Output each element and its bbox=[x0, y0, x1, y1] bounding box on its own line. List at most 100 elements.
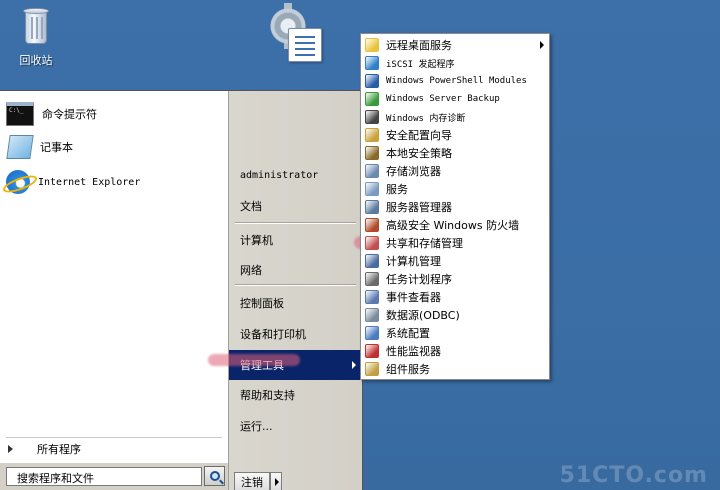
admin-tool-item[interactable]: 数据源(ODBC) bbox=[361, 306, 549, 324]
system-config-icon bbox=[365, 326, 379, 340]
admin-tool-item[interactable]: 远程桌面服务 bbox=[361, 36, 549, 54]
admin-tool-label: Windows Server Backup bbox=[386, 94, 500, 104]
component-services-icon bbox=[365, 362, 379, 376]
admin-tool-item[interactable]: 事件查看器 bbox=[361, 288, 549, 306]
places-item-label: 设备和打印机 bbox=[240, 328, 306, 341]
admin-tool-item[interactable]: 高级安全 Windows 防火墙 bbox=[361, 216, 549, 234]
admin-tool-item[interactable]: 任务计划程序 bbox=[361, 270, 549, 288]
pinned-item-label: 记事本 bbox=[40, 141, 73, 154]
places-item-label: 帮助和支持 bbox=[240, 389, 295, 402]
security-wizard-icon bbox=[365, 128, 379, 142]
places-item-label: 文档 bbox=[240, 200, 262, 213]
all-programs-button[interactable]: 所有程序 bbox=[8, 441, 81, 457]
recycle-bin[interactable]: 回收站 bbox=[14, 6, 58, 68]
admin-tool-label: Windows PowerShell Modules bbox=[386, 76, 527, 86]
divider bbox=[235, 222, 356, 224]
firewall-icon bbox=[365, 218, 379, 232]
places-item-control-panel[interactable]: 控制面板 bbox=[229, 290, 362, 316]
search-bar: 搜索程序和文件 bbox=[0, 463, 229, 490]
pinned-item-label: 命令提示符 bbox=[42, 108, 97, 121]
admin-tool-item[interactable]: 服务器管理器 bbox=[361, 198, 549, 216]
places-item-label: 网络 bbox=[240, 264, 262, 277]
chevron-right-icon bbox=[352, 361, 356, 369]
admin-tool-item[interactable]: 共享和存储管理 bbox=[361, 234, 549, 252]
admin-tool-item[interactable]: Windows Server Backup bbox=[361, 90, 549, 108]
admin-tool-label: 安全配置向导 bbox=[386, 129, 452, 142]
share-storage-icon bbox=[365, 236, 379, 250]
pinned-item-cmd[interactable]: 命令提示符 bbox=[6, 99, 224, 129]
memory-icon bbox=[365, 110, 379, 124]
places-item-network[interactable]: 网络 bbox=[229, 257, 362, 283]
services-icon bbox=[365, 182, 379, 196]
search-icon bbox=[209, 471, 220, 481]
admin-tool-label: 任务计划程序 bbox=[386, 273, 452, 286]
places-item-devices-printers[interactable]: 设备和打印机 bbox=[229, 321, 362, 347]
admin-tool-label: 存储浏览器 bbox=[386, 165, 441, 178]
admin-tool-label: 性能监视器 bbox=[386, 345, 441, 358]
local-policy-icon bbox=[365, 146, 379, 160]
search-button[interactable] bbox=[204, 466, 225, 486]
start-menu-places-pane: administrator 文档 计算机 网络 控制面板 设备和打印机 管理工具… bbox=[229, 91, 362, 490]
admin-tool-item[interactable]: 存储浏览器 bbox=[361, 162, 549, 180]
username[interactable]: administrator bbox=[240, 170, 318, 181]
admin-tool-item[interactable]: iSCSI 发起程序 bbox=[361, 54, 549, 72]
places-item-label: 运行... bbox=[240, 420, 273, 433]
pinned-item-notepad[interactable]: 记事本 bbox=[6, 132, 224, 162]
recycle-bin-icon bbox=[20, 6, 52, 46]
logoff-button[interactable]: 注销 bbox=[234, 472, 270, 490]
admin-tool-label: 共享和存储管理 bbox=[386, 237, 463, 250]
ie-icon bbox=[6, 170, 30, 194]
storage-browser-icon bbox=[365, 164, 379, 178]
admin-tool-label: 远程桌面服务 bbox=[386, 39, 452, 52]
admin-tool-label: 计算机管理 bbox=[386, 255, 441, 268]
admin-tools-submenu: 远程桌面服务 iSCSI 发起程序 Windows PowerShell Modul… bbox=[360, 33, 550, 380]
user-picture bbox=[268, 3, 326, 66]
computer-management-icon bbox=[365, 254, 379, 268]
admin-tool-label: 服务器管理器 bbox=[386, 201, 452, 214]
start-menu-programs-pane: 命令提示符 记事本 Internet Explorer 所有程序 bbox=[0, 91, 229, 463]
places-item-help-support[interactable]: 帮助和支持 bbox=[229, 382, 362, 408]
admin-tool-label: 服务 bbox=[386, 183, 408, 196]
recycle-bin-label: 回收站 bbox=[19, 54, 53, 67]
places-item-label: 控制面板 bbox=[240, 297, 284, 310]
performance-icon bbox=[365, 344, 379, 358]
admin-tool-label: 组件服务 bbox=[386, 363, 430, 376]
admin-tool-item[interactable]: 组件服务 bbox=[361, 360, 549, 378]
admin-tool-item[interactable]: 安全配置向导 bbox=[361, 126, 549, 144]
admin-tool-label: Windows 内存诊断 bbox=[386, 113, 466, 124]
chevron-right-icon bbox=[8, 445, 13, 453]
places-item-run[interactable]: 运行... bbox=[229, 413, 362, 439]
start-menu: 命令提示符 记事本 Internet Explorer 所有程序 搜索程序和文件… bbox=[0, 90, 363, 490]
places-item-documents[interactable]: 文档 bbox=[229, 193, 362, 219]
admin-tool-item[interactable]: 计算机管理 bbox=[361, 252, 549, 270]
admin-tool-item[interactable]: 性能监视器 bbox=[361, 342, 549, 360]
all-programs-label: 所有程序 bbox=[37, 443, 81, 456]
shutdown-options-button[interactable] bbox=[270, 472, 282, 490]
admin-tool-item[interactable]: 系统配置 bbox=[361, 324, 549, 342]
event-viewer-icon bbox=[365, 290, 379, 304]
admin-tool-item[interactable]: 本地安全策略 bbox=[361, 144, 549, 162]
document-icon bbox=[288, 28, 322, 62]
places-item-label: 计算机 bbox=[240, 234, 273, 247]
admin-tool-label: 数据源(ODBC) bbox=[386, 309, 460, 322]
folder-icon bbox=[365, 38, 379, 52]
divider bbox=[235, 284, 356, 286]
admin-tool-item[interactable]: 服务 bbox=[361, 180, 549, 198]
backup-icon bbox=[365, 92, 379, 106]
server-manager-icon bbox=[365, 200, 379, 214]
pinned-item-ie[interactable]: Internet Explorer bbox=[6, 167, 224, 197]
globe-icon bbox=[365, 56, 379, 70]
annotation-highlight bbox=[208, 354, 300, 366]
admin-tool-item[interactable]: Windows PowerShell Modules bbox=[361, 72, 549, 90]
admin-tool-item[interactable]: Windows 内存诊断 bbox=[361, 108, 549, 126]
powershell-icon bbox=[365, 74, 379, 88]
admin-tool-label: 系统配置 bbox=[386, 327, 430, 340]
cmd-icon bbox=[6, 102, 34, 126]
odbc-icon bbox=[365, 308, 379, 322]
search-input[interactable]: 搜索程序和文件 bbox=[6, 467, 202, 486]
admin-tool-label: 事件查看器 bbox=[386, 291, 441, 304]
admin-tool-label: iSCSI 发起程序 bbox=[386, 59, 455, 70]
admin-tool-label: 高级安全 Windows 防火墙 bbox=[386, 219, 520, 232]
watermark: 51CTO.com bbox=[559, 463, 708, 488]
places-item-computer[interactable]: 计算机 bbox=[229, 227, 362, 253]
